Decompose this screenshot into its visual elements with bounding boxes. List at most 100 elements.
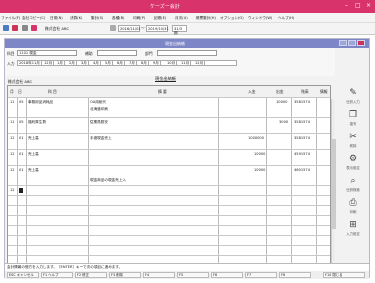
fkey-f7[interactable]: F7 xyxy=(245,272,277,278)
col-out: 出金 xyxy=(276,89,284,94)
input-label: 入力 xyxy=(7,61,15,66)
table-row[interactable]: 12 01 売上高 10000 4591574 xyxy=(8,150,330,166)
period-sep: 〜 xyxy=(141,26,145,30)
menu-company[interactable]: 会社コピー(C) xyxy=(22,16,45,21)
side-button-delete[interactable]: ✂ 削除 xyxy=(338,130,368,150)
col-day: 日 xyxy=(18,89,22,94)
month-tab[interactable]: 12月 xyxy=(194,61,206,66)
col-balance: 残高 xyxy=(301,89,309,94)
side-button-display[interactable]: ⚙ 表示設定 xyxy=(338,152,368,172)
fkey-f10[interactable]: F10 閉じる xyxy=(323,272,365,278)
side-button-print[interactable]: ⎙ 印刷 xyxy=(338,196,368,216)
calendar-icon[interactable] xyxy=(110,25,116,31)
delete-icon: ✂ xyxy=(349,132,357,142)
month-tab[interactable]: 10月 xyxy=(166,61,178,66)
side-button-entry[interactable]: ✎ 仕訳入力 xyxy=(338,86,368,106)
month-tab[interactable]: 2月 xyxy=(68,61,77,66)
period-to[interactable]: 2019/10/31 xyxy=(146,25,169,32)
table-row[interactable]: 12 01 売上高 現金商品の現金売上入 10000 4601574 xyxy=(8,166,330,186)
month-tab[interactable]: 12月 xyxy=(43,61,55,66)
side-button-input-settings[interactable]: ⊞ 入力設定 xyxy=(338,218,368,238)
function-keys: ESC キャンセル F1 ヘルプ F2 修正 F3 削除 F4 F5 F6 F7… xyxy=(5,271,369,279)
fkey-f5[interactable]: F5 xyxy=(177,272,209,278)
month-tab[interactable]: 4月 xyxy=(92,61,101,66)
fiscal-year[interactable]: 31/3期 xyxy=(172,25,187,35)
minimize-icon[interactable]: – xyxy=(345,2,348,9)
cashbook-window: 現金出納帳 科目 1101 現金 補助 部門 入力 2018年11月 12月 1… xyxy=(4,38,370,279)
month-tab[interactable]: 8月 xyxy=(140,61,149,66)
table-row[interactable]: 12 01 売上高 手渡現金売上 1000000 3581574 xyxy=(8,134,330,150)
open-icon[interactable] xyxy=(12,25,18,31)
print-icon: ⎙ xyxy=(349,198,357,208)
sub-select[interactable] xyxy=(97,50,137,56)
close-icon[interactable]: × xyxy=(366,2,371,9)
menu-report[interactable]: 帳票集計(H) xyxy=(196,16,216,21)
fkey-f3[interactable]: F3 削除 xyxy=(109,272,141,278)
table-header: 月 日 科 目 摘 要 入金 出金 残高 情報 xyxy=(8,86,330,98)
sub-label: 補助 xyxy=(85,51,93,56)
app-title: ケーズー会計 xyxy=(150,4,180,10)
col-in: 入金 xyxy=(248,89,256,94)
table-row[interactable]: 11 05 事務用品消耗品 OA用紙代 北海道印刷 10000 3581574 xyxy=(8,98,330,118)
account-select[interactable]: 1101 現金 xyxy=(17,50,77,56)
input-settings-icon: ⊞ xyxy=(349,220,357,230)
menu-file[interactable]: ファイル(F) xyxy=(1,16,20,21)
col-account: 科 目 xyxy=(48,89,57,94)
col-month: 月 xyxy=(10,89,14,94)
tool-icon[interactable] xyxy=(31,25,37,31)
month-tab[interactable]: 3月 xyxy=(80,61,89,66)
side-button-copy[interactable]: ❐ 複写 xyxy=(338,108,368,128)
table-scrollbar[interactable] xyxy=(331,99,336,270)
menu-options[interactable]: オプション(O) xyxy=(220,16,244,21)
table-row[interactable]: 12 xyxy=(8,186,330,196)
month-tabs: 2018年11月 12月 1月 2月 3月 4月 5月 6月 7月 8月 9月 … xyxy=(17,60,237,66)
account-label: 科目 xyxy=(7,51,15,56)
menu-total[interactable]: 集計(S) xyxy=(91,16,103,21)
month-tab[interactable]: 11月 xyxy=(180,61,192,66)
edit-icon[interactable] xyxy=(22,25,28,31)
menu-help[interactable]: ヘルプ(H) xyxy=(278,16,294,21)
toolbar: 株式会社 ABC 2018/11/01 〜 2019/10/31 31/3期 xyxy=(0,23,375,35)
month-tab[interactable]: 9月 xyxy=(152,61,161,66)
cashbook-table: 月 日 科 目 摘 要 入金 出金 残高 情報 11 05 事務用品消耗品 OA… xyxy=(7,85,331,271)
window-close-button[interactable] xyxy=(357,40,365,46)
search-icon: ⌕ xyxy=(350,176,356,186)
side-panel: ✎ 仕訳入力 ❐ 複写 ✂ 削除 ⚙ 表示設定 ⌕ 仕訳検索 ⎙ 印刷 ⊞ 入力設定 xyxy=(338,86,368,266)
month-tab[interactable]: 1月 xyxy=(56,61,65,66)
app-titlebar: ケーズー会計 – □ × xyxy=(0,0,375,13)
month-tab[interactable]: 5月 xyxy=(104,61,113,66)
book-title: 現金出納帳 xyxy=(155,76,176,81)
menu-print[interactable]: 印刷(P) xyxy=(133,16,145,21)
fkey-f8[interactable]: F8 xyxy=(279,272,311,278)
fkey-f4[interactable]: F4 xyxy=(143,272,175,278)
maximize-icon[interactable]: □ xyxy=(355,2,361,9)
menu-window[interactable]: ウィンドウ(W) xyxy=(248,16,272,21)
dept-select[interactable] xyxy=(157,50,217,56)
table-row[interactable]: 11 05 福利厚生費 従業員慰安 3000 3581574 xyxy=(8,118,330,134)
month-tab[interactable]: 2018年11月 xyxy=(18,61,42,66)
fkey-f1[interactable]: F1 ヘルプ xyxy=(41,272,73,278)
menu-monthly[interactable]: 月次(U) xyxy=(175,16,188,21)
menu-settlement[interactable]: 決算(K) xyxy=(70,16,82,21)
menu-various[interactable]: 各種(B) xyxy=(112,16,124,21)
company-name: 株式会社 ABC xyxy=(45,26,70,31)
settings-icon: ⚙ xyxy=(348,154,358,164)
col-info: 情報 xyxy=(320,89,328,94)
fkey-esc[interactable]: ESC キャンセル xyxy=(7,272,39,278)
cursor-cell[interactable] xyxy=(19,188,23,193)
month-tab[interactable]: 7月 xyxy=(128,61,137,66)
menu-daily[interactable]: 日常(N) xyxy=(50,16,63,21)
window-max-button[interactable] xyxy=(348,40,356,46)
window-min-button[interactable] xyxy=(339,40,347,46)
scroll-thumb[interactable] xyxy=(332,139,336,229)
side-button-search[interactable]: ⌕ 仕訳検索 xyxy=(338,174,368,194)
period-from[interactable]: 2018/11/01 xyxy=(118,25,141,32)
month-tab[interactable]: 6月 xyxy=(116,61,125,66)
menu-entry[interactable]: 記帳(E) xyxy=(154,16,166,21)
status-bar: 会計情報の借方を入力します。［ENTER］キーで次の項目に進みます。 xyxy=(5,263,369,271)
status-text: 会計情報の借方を入力します。［ENTER］キーで次の項目に進みます。 xyxy=(7,265,123,269)
fkey-f6[interactable]: F6 xyxy=(211,272,243,278)
filter-area: 科目 1101 現金 補助 部門 入力 2018年11月 12月 1月 2月 3… xyxy=(5,48,335,76)
fkey-f2[interactable]: F2 修正 xyxy=(75,272,107,278)
save-icon[interactable] xyxy=(3,25,9,31)
